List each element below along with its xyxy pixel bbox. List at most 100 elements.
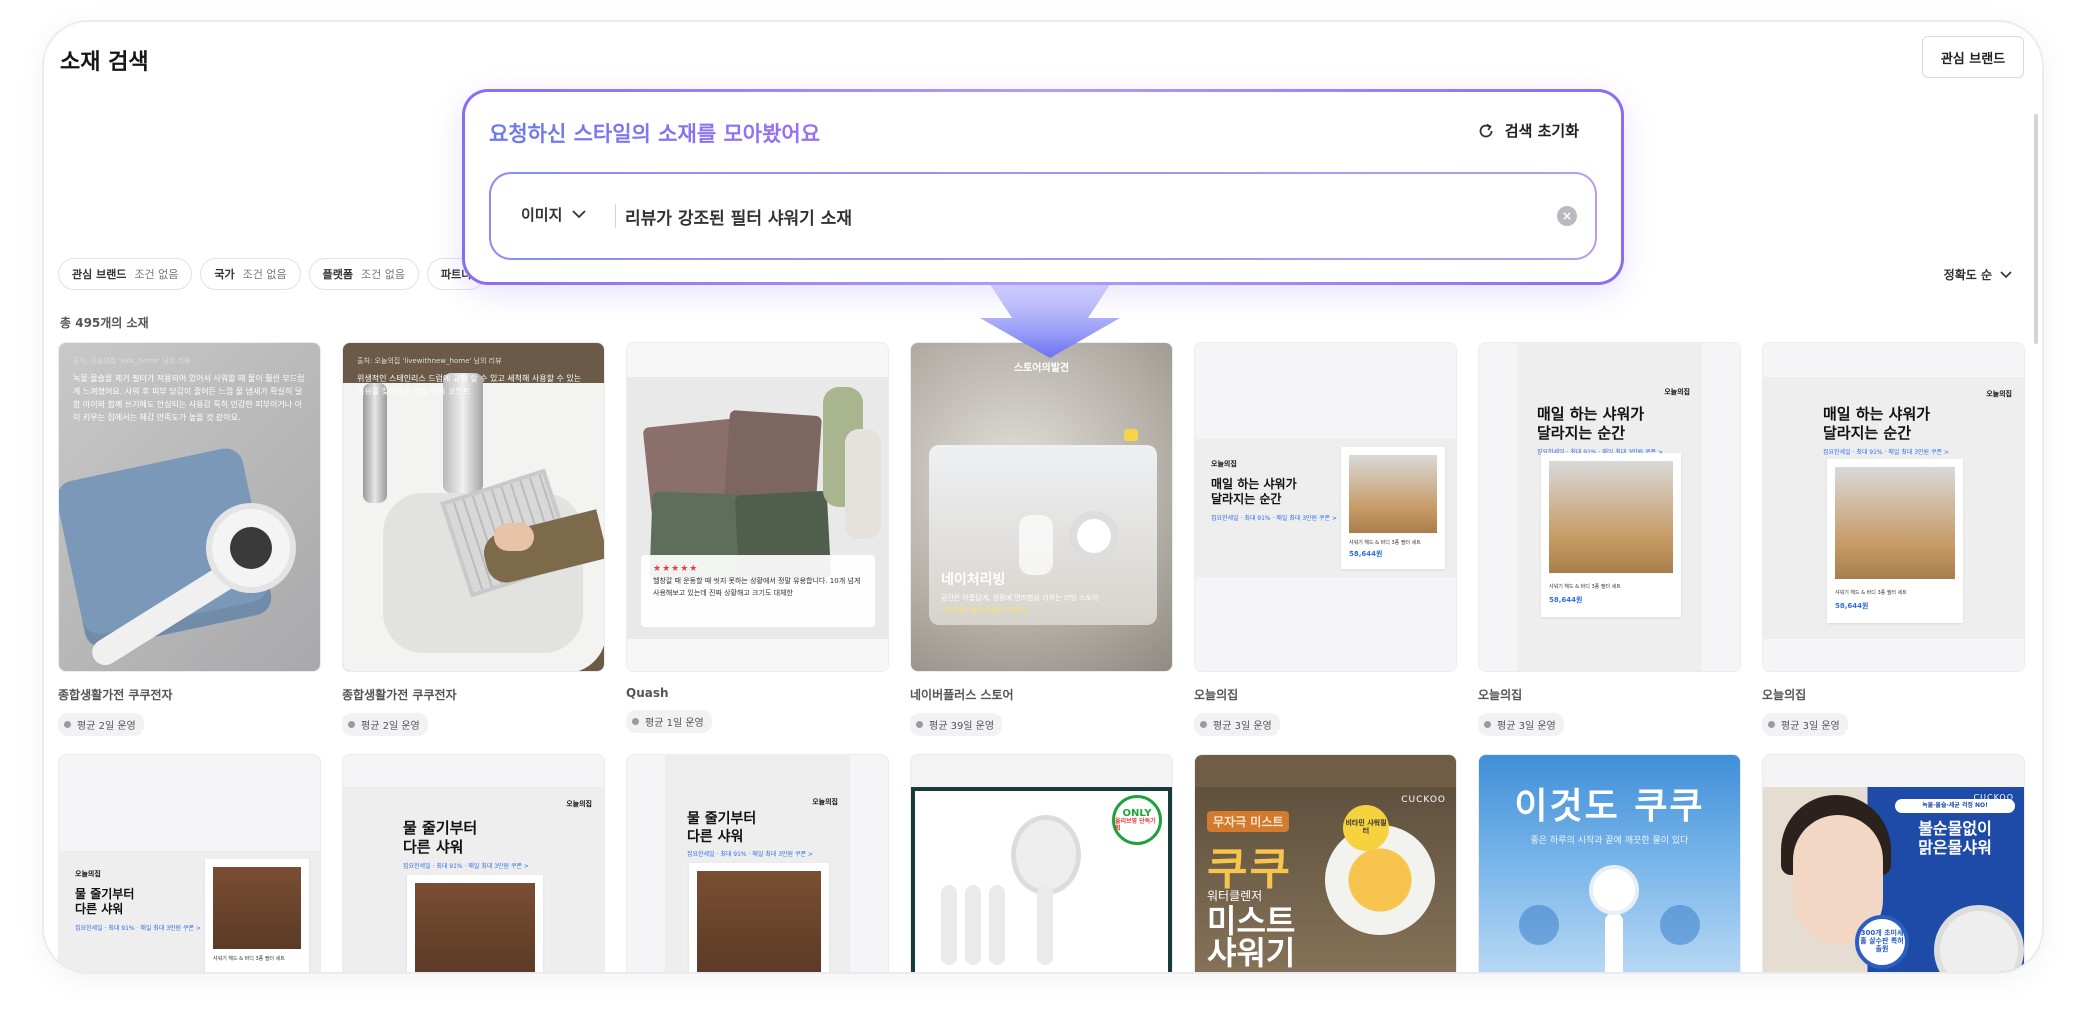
filter-chip-brand[interactable]: 관심 브랜드 조건 없음 (58, 258, 193, 290)
ohouse-logo: 오늘의집 (566, 800, 592, 808)
store-card: 네이처리빙 공간은 아름답게, 생활에 편리함을 더하는 리빙 스토어 +추천템… (929, 445, 1157, 625)
product-card (407, 875, 543, 972)
result-card[interactable]: ONLY 올리브영 단독기획 (910, 754, 1173, 972)
result-card[interactable]: 오늘의집 매일 하는 샤워가달라지는 순간 집요한세일 · 최대 91% · 매… (1478, 342, 1741, 736)
card-thumbnail[interactable]: 스토어의발견 네이처리빙 공간은 아름답게, 생활에 편리함을 더하는 리빙 스… (910, 342, 1173, 672)
search-heading: 요청하신 스타일의 소재를 모아봤어요 (489, 118, 820, 148)
card-thumbnail[interactable]: CUCKOO 무자극 미스트 쿠쿠 워터클렌저 미스트 샤워기 비타민 샤워필터 (1194, 754, 1457, 972)
product-price: 58,644원 (1349, 550, 1383, 558)
product-price: 58,644원 (1549, 596, 1583, 604)
filter-key: 플랫폼 (322, 268, 354, 281)
ohouse-logo: 오늘의집 (1211, 460, 1237, 468)
filter-image (989, 885, 1005, 965)
ad-title-line: 다른 샤워 (687, 828, 744, 845)
ohouse-logo: 오늘의집 (75, 870, 101, 878)
review-box: ★★★★★ 헬창갈 때 운동할 때 씻지 못하는 상황에서 정말 유용합니다. … (641, 555, 875, 627)
page-title: 소재 검색 (60, 50, 149, 75)
card-brand: 네이버플러스 스토어 (910, 688, 1014, 702)
card-thumbnail[interactable]: 출처: 오늘의집 'look_home' 님의 리뷰 녹물·물슬을 제거 필터가… (58, 342, 321, 672)
result-card[interactable]: 출처: 오늘의집 'look_home' 님의 리뷰 녹물·물슬을 제거 필터가… (58, 342, 321, 736)
card-thumbnail[interactable]: 오늘의집 매일 하는 샤워가달라지는 순간 집요한세일 · 최대 91% · 매… (1478, 342, 1741, 672)
card-thumbnail[interactable]: ONLY 올리브영 단독기획 (910, 754, 1173, 972)
product-card: 샤워기 헤드 & 바디 3종 필터 세트 58,644원 (1541, 453, 1681, 617)
product-image (1549, 461, 1673, 573)
ad-headline-line: 맑은물샤워 (1918, 838, 1992, 858)
ad-title-line: 다른 샤워 (403, 837, 464, 856)
status-dot (632, 718, 639, 725)
ad-title: 물 줄기부터 다른 샤워 (403, 819, 477, 857)
product-image (415, 883, 535, 972)
sort-dropdown[interactable]: 정확도 순 (1944, 266, 2012, 283)
card-thumbnail[interactable]: 오늘의집 물 줄기부터 다른 샤워 집요한세일 · 최대 91% · 매일 최대 … (626, 754, 889, 972)
card-period-badge: 평균 1일 운영 (626, 710, 712, 733)
scrollbar[interactable] (2034, 114, 2038, 344)
search-box: 이미지 × (489, 172, 1597, 260)
chevron-down-icon (2000, 270, 2012, 278)
result-card[interactable]: 오늘의집 매일 하는 샤워가달라지는 순간 집요한세일 · 최대 91% · 매… (1762, 342, 2025, 736)
result-card[interactable]: 출처: 오늘의집 'livewithnew_home' 님의 리뷰 위생적인 스… (342, 342, 605, 736)
ad-title: 매일 하는 샤워가 달라지는 순간 (1537, 405, 1644, 443)
divider (615, 204, 616, 228)
review-overlay: 출처: 오늘의집 'livewithnew_home' 님의 리뷰 위생적인 스… (357, 355, 590, 398)
water-drop-icon (1519, 905, 1559, 945)
status-dot (64, 721, 71, 728)
result-card[interactable]: 오늘의집 물 줄기부터 다른 샤워 집요한세일 · 최대 91% · 매일 최대 … (342, 754, 605, 972)
ad-subtitle: 집요한세일 · 최대 91% · 매일 최대 3만원 쿠폰 > (687, 851, 813, 858)
filter-bar: 관심 브랜드 조건 없음 국가 조건 없음 플랫폼 조건 없음 파트너 (58, 258, 486, 290)
result-card[interactable]: 오늘의집 물 줄기부터 다른 샤워 집요한세일 · 최대 91% · 매일 최대 … (58, 754, 321, 972)
card-thumbnail[interactable]: CUCKOO 녹물·물슬·세균 걱정 NO! 불순물없이 맑은물샤워 300개 초… (1762, 754, 2025, 972)
result-card[interactable]: CUCKOO 무자극 미스트 쿠쿠 워터클렌저 미스트 샤워기 비타민 샤워필터 (1194, 754, 1457, 972)
pack-image (724, 409, 822, 505)
product-image (213, 867, 301, 949)
result-card[interactable]: CUCKOO 녹물·물슬·세균 걱정 NO! 불순물없이 맑은물샤워 300개 초… (1762, 754, 2025, 972)
refresh-icon (1479, 123, 1493, 137)
period-text: 평균 3일 운영 (1213, 721, 1272, 732)
card-brand: 오늘의집 (1194, 688, 1239, 702)
period-text: 평균 3일 운영 (1497, 721, 1556, 732)
review-body: 녹물·물슬을 제거 필터가 적용되어 있어서 사워할 때 물이 훨씬 부드럽게 … (73, 374, 305, 422)
ad-title-line: 물 줄기부터 (403, 819, 478, 837)
status-dot (1200, 721, 1207, 728)
card-thumbnail[interactable]: 오늘의집 매일 하는 샤워가달라지는 순간 집요한세일 · 최대 91% · 매… (1194, 342, 1457, 672)
ad-title-line: 달라지는 순간 (1823, 423, 1912, 442)
card-period-badge: 평균 3일 운영 (1478, 713, 1564, 736)
ad-product-line: 샤워기 (1207, 934, 1296, 972)
product-image (1349, 455, 1437, 533)
reset-search-button[interactable]: 검색 초기화 (1477, 120, 1579, 141)
ad-title-line: 달라지는 순간 (1211, 492, 1282, 506)
store-subtitle: 공간은 아름답게, 생활에 편리함을 더하는 리빙 스토어 (941, 594, 1099, 602)
search-input[interactable] (625, 198, 1525, 234)
result-card[interactable]: 오늘의집 물 줄기부터 다른 샤워 집요한세일 · 최대 91% · 매일 최대 … (626, 754, 889, 972)
result-card[interactable]: 이것도 쿠쿠 좋은 하루의 시작과 끝에 깨끗한 물이 있다 (1478, 754, 1741, 972)
result-card[interactable]: ★★★★★ 헬창갈 때 운동할 때 씻지 못하는 상황에서 정말 유용합니다. … (626, 342, 889, 736)
filter-value: 조건 없음 (242, 268, 287, 281)
period-text: 평균 39일 운영 (929, 721, 995, 732)
clear-icon[interactable]: × (1557, 206, 1577, 226)
review-source: 출처: 오늘의집 'livewithnew_home' 님의 리뷰 (357, 357, 502, 365)
media-type-select[interactable]: 이미지 (521, 204, 587, 225)
hand-image (494, 523, 534, 551)
card-thumbnail[interactable]: 이것도 쿠쿠 좋은 하루의 시작과 끝에 깨끗한 물이 있다 (1478, 754, 1741, 972)
result-card[interactable]: 스토어의발견 네이처리빙 공간은 아름답게, 생활에 편리함을 더하는 리빙 스… (910, 342, 1173, 736)
filter-chip-country[interactable]: 국가 조건 없음 (200, 258, 301, 290)
result-card[interactable]: 오늘의집 매일 하는 샤워가달라지는 순간 집요한세일 · 최대 91% · 매… (1194, 342, 1457, 736)
chevron-down-icon (572, 210, 587, 219)
card-thumbnail[interactable]: 오늘의집 물 줄기부터 다른 샤워 집요한세일 · 최대 91% · 매일 최대 … (342, 754, 605, 972)
favorite-brand-button[interactable]: 관심 브랜드 (1922, 36, 2024, 78)
filter-image (941, 885, 957, 965)
store-title: 네이처리빙 (941, 572, 1006, 588)
card-thumbnail[interactable]: 오늘의집 매일 하는 샤워가달라지는 순간 집요한세일 · 최대 91% · 매… (1762, 342, 2025, 672)
ad-title-line: 매일 하는 샤워가 (1537, 405, 1645, 423)
only-sub: 올리브영 단독기획 (1115, 817, 1156, 832)
review-body: 헬창갈 때 운동할 때 씻지 못하는 상황에서 정말 유용합니다. 10개 넘게… (653, 577, 861, 597)
product-card: 샤워기 헤드 & 바디 3종 필터 세트 58,644원 (1827, 459, 1963, 623)
filter-chip-platform[interactable]: 플랫폼 조건 없음 (308, 258, 420, 290)
ohouse-logo: 오늘의집 (812, 798, 838, 806)
card-thumbnail[interactable]: 출처: 오늘의집 'livewithnew_home' 님의 리뷰 위생적인 스… (342, 342, 605, 672)
result-count: 총 495개의 소재 (60, 316, 149, 330)
card-thumbnail[interactable]: 오늘의집 물 줄기부터 다른 샤워 집요한세일 · 최대 91% · 매일 최대 … (58, 754, 321, 972)
reset-label: 검색 초기화 (1504, 122, 1579, 140)
period-text: 평균 1일 운영 (645, 718, 704, 729)
card-thumbnail[interactable]: ★★★★★ 헬창갈 때 운동할 때 씻지 못하는 상황에서 정말 유용합니다. … (626, 342, 889, 672)
product-name: 샤워기 헤드 & 바디 3종 필터 세트 (1835, 590, 1907, 596)
